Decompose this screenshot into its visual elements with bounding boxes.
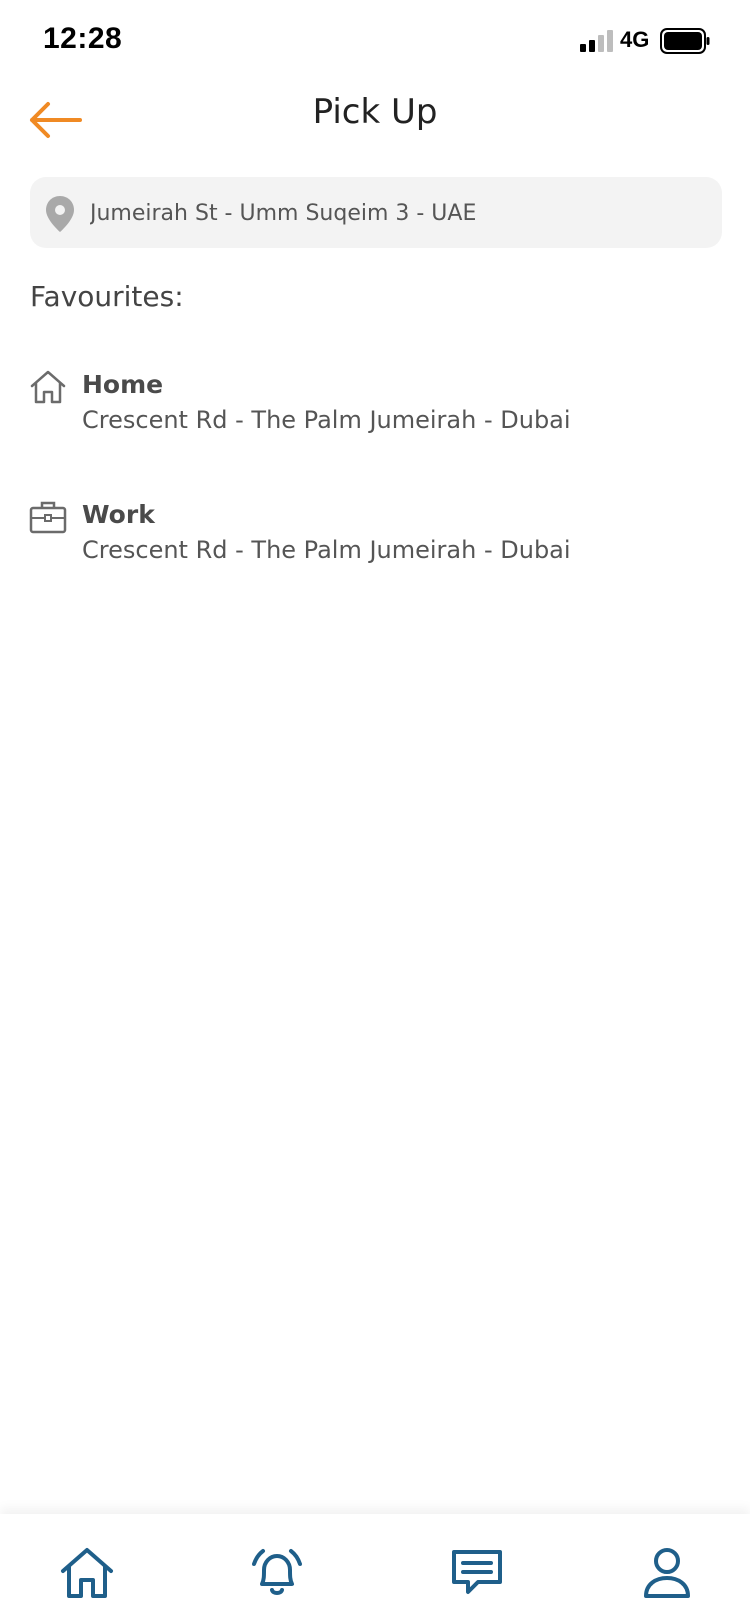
favourite-item-work[interactable]: Work Crescent Rd - The Palm Jumeirah - D… bbox=[28, 498, 728, 588]
favourite-address: Crescent Rd - The Palm Jumeirah - Dubai bbox=[82, 406, 571, 434]
nav-messages-button[interactable] bbox=[448, 1544, 506, 1602]
bottom-nav bbox=[0, 1514, 750, 1624]
favourite-item-home[interactable]: Home Crescent Rd - The Palm Jumeirah - D… bbox=[28, 368, 728, 458]
favourite-address: Crescent Rd - The Palm Jumeirah - Dubai bbox=[82, 536, 571, 564]
status-bar: 12:28 4G bbox=[0, 0, 750, 84]
network-label: 4G bbox=[620, 27, 650, 52]
favourite-name: Home bbox=[82, 370, 164, 399]
profile-icon bbox=[644, 1548, 690, 1598]
battery-icon bbox=[660, 28, 710, 54]
nav-profile-button[interactable] bbox=[638, 1544, 696, 1602]
pickup-location-input[interactable] bbox=[88, 177, 712, 250]
status-time: 12:28 bbox=[43, 22, 123, 55]
favourite-name: Work bbox=[82, 500, 155, 529]
favourites-title: Favourites: bbox=[30, 280, 184, 313]
home-icon bbox=[61, 1548, 113, 1598]
signal-icon bbox=[580, 30, 613, 52]
home-icon bbox=[30, 370, 66, 404]
pickup-location-field[interactable] bbox=[30, 177, 722, 250]
nav-home-button[interactable] bbox=[58, 1544, 116, 1602]
nav-notifications-button[interactable] bbox=[248, 1544, 306, 1602]
briefcase-icon bbox=[29, 501, 67, 534]
chat-icon bbox=[452, 1550, 502, 1594]
location-pin-icon bbox=[46, 196, 74, 232]
bell-icon bbox=[252, 1549, 302, 1595]
page-title: Pick Up bbox=[312, 92, 438, 132]
